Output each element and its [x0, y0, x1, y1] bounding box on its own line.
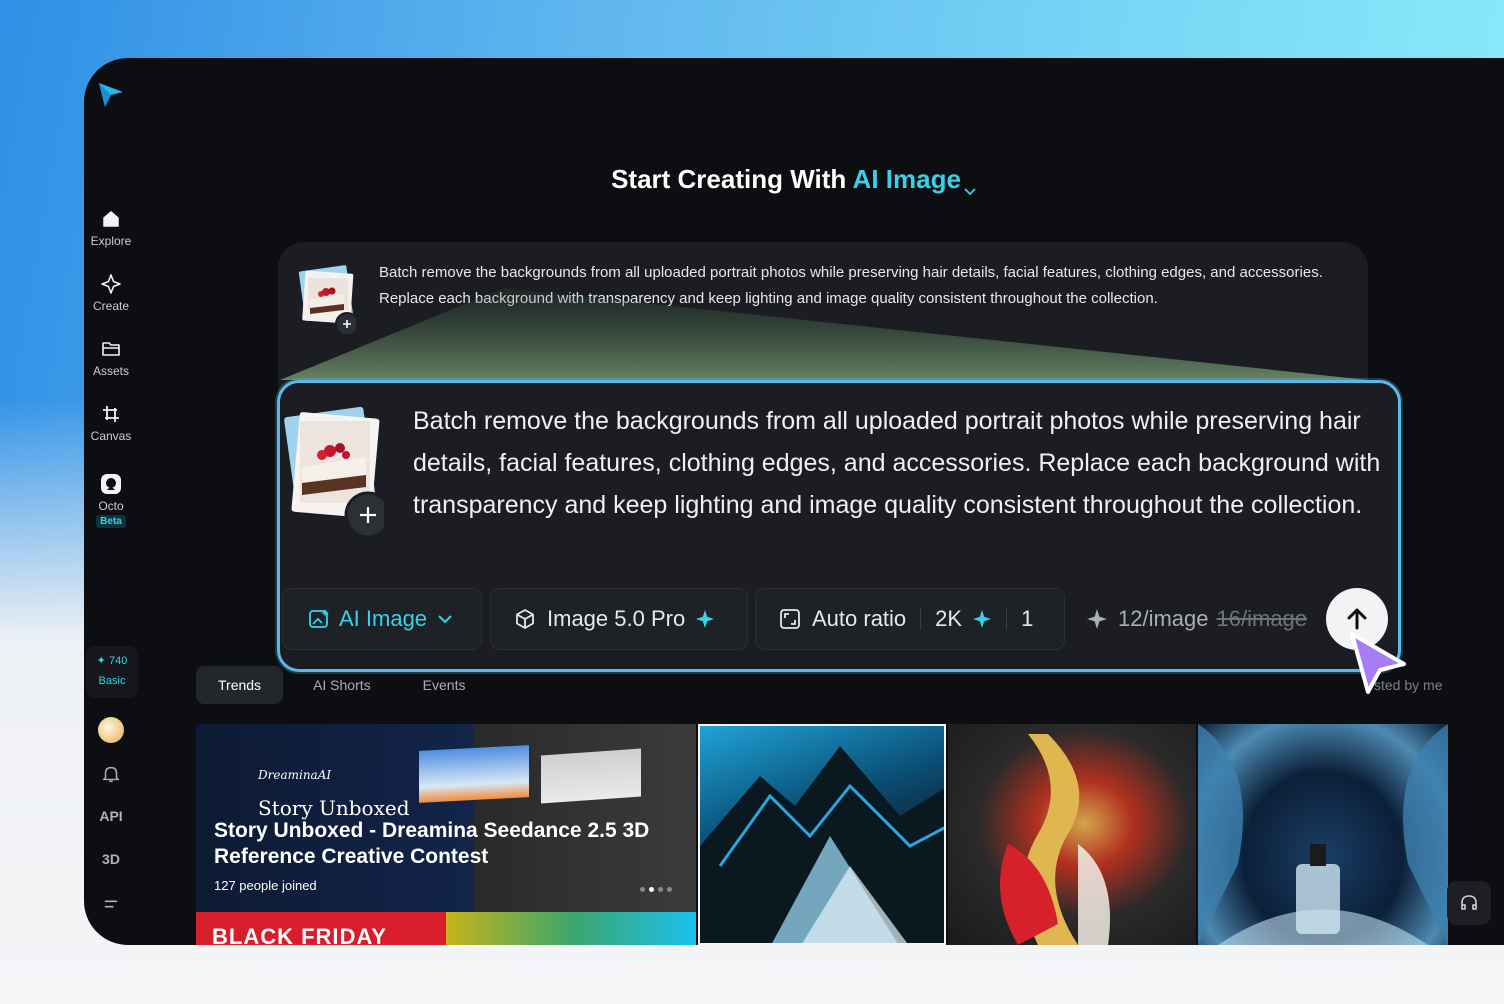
brand-logo: DreaminaAI — [258, 768, 332, 782]
settings-selector[interactable]: Auto ratio 2K 1 — [755, 588, 1065, 650]
home-icon — [100, 208, 122, 230]
avatar[interactable] — [98, 717, 124, 743]
api-link[interactable]: API — [84, 808, 138, 824]
aspect-ratio-icon — [780, 609, 800, 629]
tab-ai-shorts[interactable]: AI Shorts — [291, 666, 393, 704]
resolution-label: 2K — [935, 606, 963, 631]
price-current: 12/image — [1118, 606, 1209, 631]
theater-screen — [419, 745, 529, 803]
app-window: Explore Create Assets Canvas Octo Beta ✦… — [84, 58, 1504, 945]
mode-selector-label: AI Image — [339, 606, 428, 631]
octo-icon — [100, 473, 122, 495]
credits-count: ✦ 740 — [86, 654, 138, 667]
credits-panel[interactable]: ✦ 740 Basic — [86, 646, 138, 698]
abstract-artwork — [1000, 734, 1110, 945]
credits-value: 740 — [108, 655, 128, 667]
sparkle-icon — [696, 610, 715, 628]
logo-icon[interactable] — [96, 80, 126, 110]
plan-label: Basic — [98, 675, 126, 687]
prompt-text-preview: Batch remove the backgrounds from all up… — [379, 264, 1323, 307]
sidebar-item-create[interactable]: Create — [84, 273, 138, 313]
beta-badge: Beta — [96, 515, 126, 528]
sidebar-item-label: Explore — [90, 234, 132, 248]
mode-dropdown-label: AI Image — [852, 164, 961, 194]
promo-banner-art[interactable] — [446, 912, 696, 945]
sidebar-item-explore[interactable]: Explore — [84, 208, 138, 248]
mountain-artwork — [700, 746, 944, 943]
gallery-item-product[interactable] — [1198, 724, 1448, 945]
price-old: 16/image — [1216, 606, 1308, 631]
promo-banner[interactable]: BLACK FRIDAY — [196, 912, 446, 945]
support-button[interactable] — [1447, 881, 1491, 925]
page-title-prefix: Start Creating With — [611, 164, 853, 194]
event-title: Story Unboxed - Dreamina Seedance 2.5 3D… — [214, 819, 650, 868]
carousel-dots[interactable] — [640, 887, 672, 892]
sidebar-item-label: Assets — [92, 364, 129, 378]
reference-image-stack-large[interactable] — [284, 403, 392, 541]
sparkle-icon — [973, 610, 992, 628]
divider — [1006, 608, 1008, 630]
tab-trends[interactable]: Trends — [196, 666, 284, 704]
model-selector[interactable]: Image 5.0 Pro — [490, 588, 748, 650]
3d-link[interactable]: 3D — [84, 851, 138, 867]
cube-icon — [516, 609, 534, 629]
event-subtitle: Story Unboxed — [258, 796, 410, 820]
prompt-card-zoomed[interactable]: Batch remove the backgrounds from all up… — [277, 380, 1401, 672]
sidebar-item-octo[interactable]: Octo Beta — [84, 473, 138, 528]
folder-icon — [100, 338, 122, 360]
menu-icon[interactable] — [84, 894, 138, 917]
tab-events[interactable]: Events — [401, 666, 488, 704]
sparkle-icon — [100, 273, 122, 295]
sparkle-small-icon: ✦ — [96, 655, 106, 667]
reference-image-stack[interactable] — [296, 264, 359, 336]
featured-event-card[interactable]: DreaminaAI Story Unboxed Story Unboxed -… — [196, 724, 696, 945]
model-selector-label: Image 5.0 Pro — [547, 606, 686, 631]
mode-selector[interactable]: AI Image — [282, 588, 482, 650]
price-indicator: 12/image 16/image — [1086, 588, 1307, 650]
arrow-up-icon — [1347, 608, 1367, 630]
prompt-text[interactable]: Batch remove the backgrounds from all up… — [413, 400, 1398, 526]
sidebar-item-label: Canvas — [90, 429, 132, 443]
event-participants: 127 people joined — [214, 878, 317, 893]
ratio-label: Auto ratio — [812, 606, 907, 631]
content-tabs: Trends AI Shorts Events — [196, 666, 495, 704]
sidebar-item-canvas[interactable]: Canvas — [84, 403, 138, 443]
crop-icon — [100, 403, 122, 425]
gallery-item-mountains[interactable] — [698, 724, 946, 945]
divider — [920, 608, 922, 630]
gallery-item-abstract[interactable] — [948, 724, 1196, 945]
bell-icon[interactable] — [84, 764, 138, 787]
mode-dropdown[interactable]: AI Image — [852, 164, 977, 196]
chevron-down-icon — [438, 615, 452, 624]
ai-image-icon — [309, 609, 329, 628]
sparkle-icon — [1087, 609, 1107, 629]
sidebar-item-label: Create — [92, 299, 130, 313]
theater-screen-gray — [541, 748, 641, 804]
sidebar-item-assets[interactable]: Assets — [84, 338, 138, 378]
chevron-down-icon — [963, 174, 977, 196]
headset-icon — [1461, 895, 1477, 910]
trusted-filter[interactable]: sted by me — [1374, 677, 1442, 693]
page-title: Start Creating With AI Image — [84, 164, 1504, 196]
count-label: 1 — [1021, 606, 1034, 631]
product-artwork — [1198, 724, 1448, 945]
sidebar-item-label: Octo — [98, 499, 124, 513]
